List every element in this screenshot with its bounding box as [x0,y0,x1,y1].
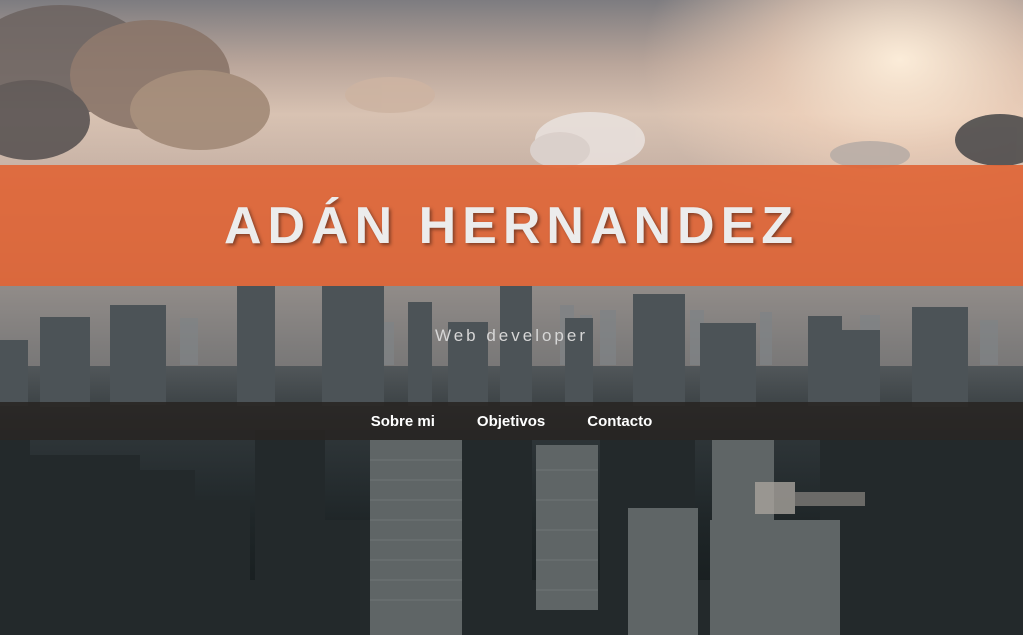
nav-link-contacto[interactable]: Contacto [566,413,673,430]
nav-link-sobre-mi[interactable]: Sobre mi [350,413,456,430]
hero-section: ADÁN HERNANDEZ Web developer Sobre mi Ob… [0,0,1023,635]
name-banner: ADÁN HERNANDEZ [0,165,1023,286]
nav-link-objetivos[interactable]: Objetivos [456,413,566,430]
main-navigation: Sobre mi Objetivos Contacto [0,402,1023,440]
city-skyline-background [0,5,1023,635]
page-subtitle: Web developer [434,326,589,345]
clouds [0,5,1023,169]
page-title: ADÁN HERNANDEZ [223,196,800,255]
